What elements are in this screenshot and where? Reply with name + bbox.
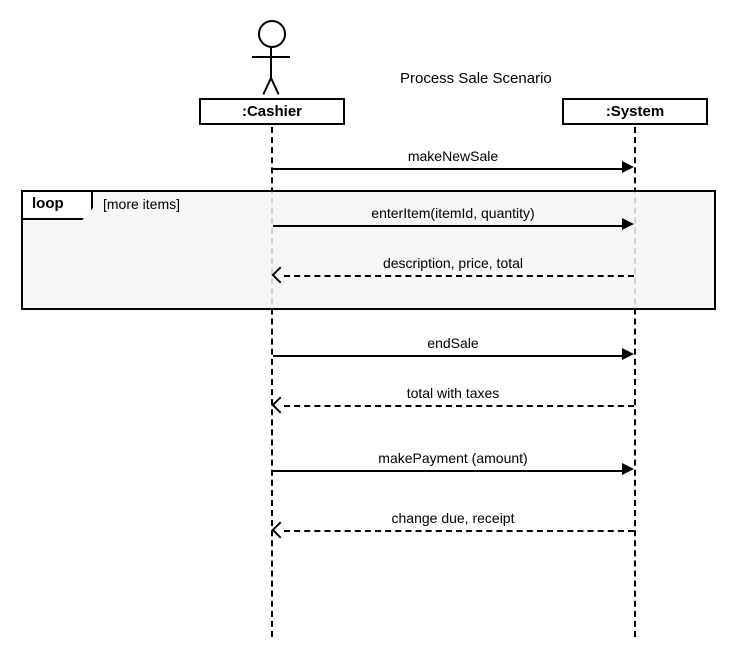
participant-system-label: :System: [606, 103, 664, 120]
msg-makeNewSale-arrow: [273, 168, 623, 170]
arrowhead-icon: [622, 348, 634, 360]
arrowhead-icon: [622, 463, 634, 475]
msg-enterItem-label: enterItem(itemId, quantity): [273, 205, 633, 221]
msg-makePayment-arrow: [273, 470, 623, 472]
sequence-diagram: Process Sale Scenario :Cashier :System m…: [0, 0, 750, 660]
participant-cashier-label: :Cashier: [242, 103, 302, 120]
arrowhead-icon: [622, 161, 634, 173]
participant-cashier: :Cashier: [199, 98, 345, 125]
msg-description-label: description, price, total: [273, 255, 633, 271]
msg-endSale-label: endSale: [273, 335, 633, 351]
msg-makePayment-label: makePayment (amount): [273, 450, 633, 466]
msg-description-arrow: [284, 275, 634, 277]
msg-totalTaxes-label: total with taxes: [273, 385, 633, 401]
msg-enterItem-arrow: [273, 225, 623, 227]
loop-operator-label: loop: [32, 195, 64, 212]
diagram-title: Process Sale Scenario: [400, 70, 552, 87]
msg-changeDue-label: change due, receipt: [273, 510, 633, 526]
participant-system: :System: [562, 98, 708, 125]
msg-totalTaxes-arrow: [284, 405, 634, 407]
msg-makeNewSale-label: makeNewSale: [273, 148, 633, 164]
msg-changeDue-arrow: [284, 530, 634, 532]
arrowhead-icon: [622, 218, 634, 230]
msg-endSale-arrow: [273, 355, 623, 357]
loop-guard-label: [more items]: [103, 196, 180, 212]
